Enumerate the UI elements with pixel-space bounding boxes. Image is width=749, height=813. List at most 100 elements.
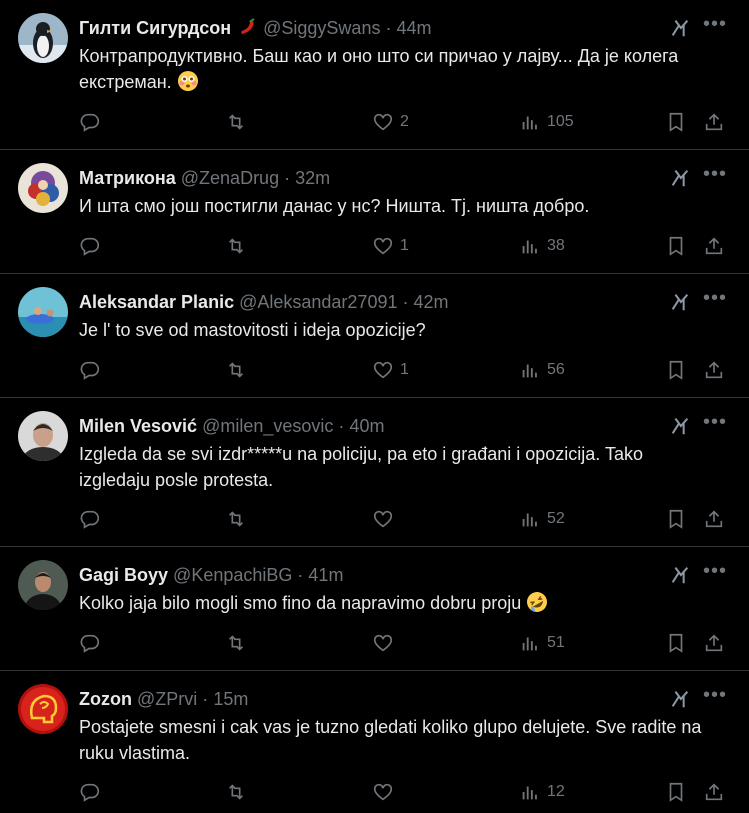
share-button[interactable] bbox=[703, 779, 725, 805]
retweet-button[interactable] bbox=[225, 506, 247, 532]
avatar[interactable] bbox=[18, 163, 68, 213]
views-button[interactable]: 12 bbox=[519, 779, 565, 805]
reply-button[interactable] bbox=[79, 630, 101, 656]
tweet-text: Контрапродуктивно. Баш као и оно што си … bbox=[79, 43, 719, 95]
reply-icon bbox=[80, 634, 100, 653]
retweet-button[interactable] bbox=[225, 109, 247, 135]
like-button[interactable] bbox=[372, 779, 400, 805]
share-button[interactable] bbox=[703, 233, 725, 259]
tweet[interactable]: Матрикона @ZenaDrug · 32m ••• И шта смо … bbox=[0, 150, 749, 274]
timestamp[interactable]: 44m bbox=[396, 18, 431, 38]
views-icon bbox=[522, 364, 537, 378]
author-handle[interactable]: @ZPrvi bbox=[137, 689, 197, 709]
views-button[interactable]: 56 bbox=[519, 357, 565, 383]
tweet-header: Gagi Boyy @KenpachiBG · 41m bbox=[79, 563, 659, 587]
retweet-icon bbox=[228, 114, 244, 130]
views-icon bbox=[522, 637, 537, 651]
avatar[interactable] bbox=[18, 287, 68, 337]
grok-icon[interactable] bbox=[669, 17, 691, 39]
reply-button[interactable] bbox=[79, 109, 101, 135]
reply-button[interactable] bbox=[79, 233, 101, 259]
views-button[interactable]: 105 bbox=[519, 109, 574, 135]
more-icon[interactable]: ••• bbox=[703, 164, 726, 190]
share-icon bbox=[705, 237, 723, 255]
retweet-button[interactable] bbox=[225, 630, 247, 656]
avatar[interactable] bbox=[18, 684, 68, 734]
tweet[interactable]: Gagi Boyy @KenpachiBG · 41m ••• Kolko ja… bbox=[0, 547, 749, 671]
bookmark-icon bbox=[669, 360, 683, 380]
tweet-header: Матрикона @ZenaDrug · 32m bbox=[79, 166, 659, 190]
timestamp[interactable]: 42m bbox=[414, 292, 449, 312]
views-button[interactable]: 38 bbox=[519, 233, 565, 259]
bookmark-button[interactable] bbox=[665, 506, 687, 532]
tweet-actions: 2 105 bbox=[79, 109, 729, 135]
author-name[interactable]: Milen Vesović bbox=[79, 416, 197, 436]
grok-icon[interactable] bbox=[669, 291, 691, 313]
share-button[interactable] bbox=[703, 506, 725, 532]
more-icon[interactable]: ••• bbox=[703, 288, 726, 314]
tweet-header: Гилти Сигурдсон @SiggySwans · 44m bbox=[79, 16, 659, 40]
bookmark-button[interactable] bbox=[665, 357, 687, 383]
reply-button[interactable] bbox=[79, 506, 101, 532]
tweet[interactable]: Milen Vesović @milen_vesovic · 40m ••• I… bbox=[0, 398, 749, 547]
views-button[interactable]: 51 bbox=[519, 630, 565, 656]
retweet-button[interactable] bbox=[225, 779, 247, 805]
avatar[interactable] bbox=[18, 411, 68, 461]
tweet[interactable]: Aleksandar Planic @Aleksandar27091 · 42m… bbox=[0, 274, 749, 398]
bookmark-button[interactable] bbox=[665, 109, 687, 135]
author-handle[interactable]: @Aleksandar27091 bbox=[239, 292, 397, 312]
share-icon bbox=[705, 510, 723, 528]
author-handle[interactable]: @KenpachiBG bbox=[173, 565, 292, 585]
tweet-text-content: Контрапродуктивно. Баш као и оно што си … bbox=[79, 46, 679, 92]
like-button[interactable] bbox=[372, 506, 400, 532]
retweet-icon bbox=[228, 238, 244, 254]
timestamp[interactable]: 40m bbox=[349, 416, 384, 436]
like-button[interactable]: 1 bbox=[372, 357, 409, 383]
more-icon[interactable]: ••• bbox=[703, 412, 726, 438]
grok-icon[interactable] bbox=[669, 415, 691, 437]
like-button[interactable] bbox=[372, 630, 400, 656]
share-button[interactable] bbox=[703, 109, 725, 135]
separator-dot: · bbox=[297, 565, 304, 585]
view-count: 51 bbox=[547, 634, 565, 651]
tweet[interactable]: Zozon @ZPrvi · 15m ••• Postajete smesni … bbox=[0, 671, 749, 813]
author-handle[interactable]: @SiggySwans bbox=[263, 18, 380, 38]
author-handle[interactable]: @ZenaDrug bbox=[181, 168, 279, 188]
more-icon[interactable]: ••• bbox=[703, 561, 726, 587]
separator-dot: · bbox=[385, 18, 392, 38]
author-handle[interactable]: @milen_vesovic bbox=[202, 416, 333, 436]
share-button[interactable] bbox=[703, 357, 725, 383]
avatar[interactable] bbox=[18, 560, 68, 610]
grok-icon[interactable] bbox=[669, 688, 691, 710]
like-button[interactable]: 2 bbox=[372, 109, 409, 135]
author-name[interactable]: Gagi Boyy bbox=[79, 565, 168, 585]
tweet[interactable]: Гилти Сигурдсон @SiggySwans · 44m ••• Ко… bbox=[0, 0, 749, 150]
author-name[interactable]: Aleksandar Planic bbox=[79, 292, 234, 312]
timestamp[interactable]: 41m bbox=[308, 565, 343, 585]
rolling-laughing-face-icon bbox=[527, 592, 548, 612]
bookmark-button[interactable] bbox=[665, 779, 687, 805]
share-button[interactable] bbox=[703, 630, 725, 656]
retweet-button[interactable] bbox=[225, 233, 247, 259]
like-button[interactable]: 1 bbox=[372, 233, 409, 259]
bookmark-button[interactable] bbox=[665, 233, 687, 259]
reply-button[interactable] bbox=[79, 779, 101, 805]
author-name[interactable]: Матрикона bbox=[79, 168, 176, 188]
views-button[interactable]: 52 bbox=[519, 506, 565, 532]
timestamp[interactable]: 15m bbox=[213, 689, 248, 709]
share-icon bbox=[705, 634, 723, 652]
grok-icon[interactable] bbox=[669, 564, 691, 586]
reply-button[interactable] bbox=[79, 357, 101, 383]
tweet-text-content: Kolko jaja bilo mogli smo fino da naprav… bbox=[79, 593, 522, 613]
tweet-header: Milen Vesović @milen_vesovic · 40m bbox=[79, 414, 659, 438]
bookmark-button[interactable] bbox=[665, 630, 687, 656]
author-name[interactable]: Гилти Сигурдсон bbox=[79, 18, 231, 38]
more-icon[interactable]: ••• bbox=[703, 14, 726, 40]
retweet-button[interactable] bbox=[225, 357, 247, 383]
grok-icon[interactable] bbox=[669, 167, 691, 189]
separator-dot: · bbox=[202, 689, 209, 709]
timestamp[interactable]: 32m bbox=[295, 168, 330, 188]
author-name[interactable]: Zozon bbox=[79, 689, 132, 709]
more-icon[interactable]: ••• bbox=[703, 685, 726, 711]
avatar[interactable] bbox=[18, 13, 68, 63]
